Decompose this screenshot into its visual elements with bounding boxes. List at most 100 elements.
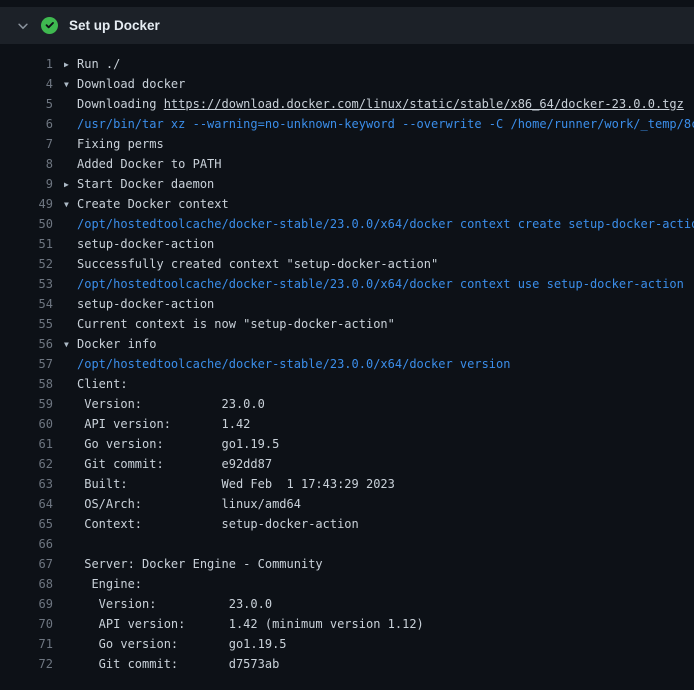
log-segment: setup-docker-action bbox=[77, 237, 214, 251]
line-number[interactable]: 70 bbox=[0, 614, 53, 634]
line-number[interactable]: 1 bbox=[0, 54, 53, 74]
log-row: 62 Git commit: e92dd87 bbox=[0, 454, 694, 474]
log-row: 8Added Docker to PATH bbox=[0, 154, 694, 174]
line-number[interactable]: 52 bbox=[0, 254, 53, 274]
log-row: 55 Current context is now "setup-docker-a… bbox=[0, 314, 694, 334]
line-number[interactable]: 7 bbox=[0, 134, 53, 154]
log-row: 66 bbox=[0, 534, 694, 554]
log-row: 64 OS/Arch: linux/amd64 bbox=[0, 494, 694, 514]
log-segment: /opt/hostedtoolcache/docker-stable/23.0.… bbox=[77, 357, 510, 371]
log-row: 50/opt/hostedtoolcache/docker-stable/23.… bbox=[0, 214, 694, 234]
line-number[interactable]: 61 bbox=[0, 434, 53, 454]
log-segment: Download docker bbox=[77, 77, 185, 91]
group-collapsed-icon[interactable]: ▶ bbox=[64, 55, 77, 74]
group-expanded-icon[interactable]: ▼ bbox=[64, 195, 77, 214]
step-header[interactable]: Set up Docker bbox=[0, 7, 694, 44]
log-text: Successfully created context "setup-dock… bbox=[64, 254, 438, 274]
log-row: 54 setup-docker-action bbox=[0, 294, 694, 314]
log-row: 53/opt/hostedtoolcache/docker-stable/23.… bbox=[0, 274, 694, 294]
line-number[interactable]: 6 bbox=[0, 114, 53, 134]
log-row: 72 Git commit: d7573ab bbox=[0, 654, 694, 674]
log-text: Engine: bbox=[64, 574, 142, 594]
log-segment: setup-docker-action bbox=[77, 297, 214, 311]
log-segment: Version: 23.0.0 bbox=[77, 397, 265, 411]
log-row: 65 Context: setup-docker-action bbox=[0, 514, 694, 534]
log-row: 68 Engine: bbox=[0, 574, 694, 594]
line-number[interactable]: 67 bbox=[0, 554, 53, 574]
line-number[interactable]: 51 bbox=[0, 234, 53, 254]
log-text: Go version: go1.19.5 bbox=[64, 634, 287, 654]
line-number[interactable]: 66 bbox=[0, 534, 53, 554]
log-segment: /usr/bin/tar xz --warning=no-unknown-key… bbox=[77, 117, 694, 131]
log-segment: Docker info bbox=[77, 337, 156, 351]
log-row: 4 ▼Download docker bbox=[0, 74, 694, 94]
log-segment: API version: 1.42 bbox=[77, 417, 250, 431]
log-segment: Downloading bbox=[77, 97, 164, 111]
line-number[interactable]: 59 bbox=[0, 394, 53, 414]
line-number[interactable]: 68 bbox=[0, 574, 53, 594]
chevron-down-icon[interactable] bbox=[16, 19, 30, 33]
line-number[interactable]: 53 bbox=[0, 274, 53, 294]
log-text: OS/Arch: linux/amd64 bbox=[64, 494, 301, 514]
log-text: Downloading https://download.docker.com/… bbox=[64, 94, 684, 114]
line-number[interactable]: 64 bbox=[0, 494, 53, 514]
line-number[interactable]: 5 bbox=[0, 94, 53, 114]
log-segment: Current context is now "setup-docker-act… bbox=[77, 317, 395, 331]
line-number[interactable]: 63 bbox=[0, 474, 53, 494]
line-number[interactable]: 49 bbox=[0, 194, 53, 214]
log-text: Version: 23.0.0 bbox=[64, 594, 272, 614]
log-segment: Run ./ bbox=[77, 57, 120, 71]
group-expanded-icon[interactable]: ▼ bbox=[64, 335, 77, 354]
log-text: /usr/bin/tar xz --warning=no-unknown-key… bbox=[64, 114, 694, 134]
log-row: 69 Version: 23.0.0 bbox=[0, 594, 694, 614]
line-number[interactable]: 50 bbox=[0, 214, 53, 234]
group-collapsed-icon[interactable]: ▶ bbox=[64, 175, 77, 194]
log-text: ▼Docker info bbox=[64, 334, 156, 354]
log-row: 5 Downloading https://download.docker.com… bbox=[0, 94, 694, 114]
line-number[interactable]: 57 bbox=[0, 354, 53, 374]
line-number[interactable]: 55 bbox=[0, 314, 53, 334]
log-segment: Create Docker context bbox=[77, 197, 229, 211]
line-number[interactable]: 65 bbox=[0, 514, 53, 534]
log-segment: Engine: bbox=[77, 577, 142, 591]
line-number[interactable]: 56 bbox=[0, 334, 53, 354]
line-number[interactable]: 60 bbox=[0, 414, 53, 434]
log-text: Git commit: e92dd87 bbox=[64, 454, 272, 474]
log-row: 67 Server: Docker Engine - Community bbox=[0, 554, 694, 574]
log-segment: Context: setup-docker-action bbox=[77, 517, 359, 531]
log-row: 52 Successfully created context "setup-do… bbox=[0, 254, 694, 274]
line-number[interactable]: 58 bbox=[0, 374, 53, 394]
group-expanded-icon[interactable]: ▼ bbox=[64, 75, 77, 94]
log-text: Version: 23.0.0 bbox=[64, 394, 265, 414]
log-text: API version: 1.42 (minimum version 1.12) bbox=[64, 614, 424, 634]
line-number[interactable]: 71 bbox=[0, 634, 53, 654]
log-text: ▼Create Docker context bbox=[64, 194, 229, 214]
log-text bbox=[64, 534, 77, 554]
log-row: 6/usr/bin/tar xz --warning=no-unknown-ke… bbox=[0, 114, 694, 134]
log-row: 59 Version: 23.0.0 bbox=[0, 394, 694, 414]
log-text: Context: setup-docker-action bbox=[64, 514, 359, 534]
log-segment: Fixing perms bbox=[77, 137, 164, 151]
line-number[interactable]: 4 bbox=[0, 74, 53, 94]
line-number[interactable]: 62 bbox=[0, 454, 53, 474]
log-text: Go version: go1.19.5 bbox=[64, 434, 279, 454]
log-row: 70 API version: 1.42 (minimum version 1.… bbox=[0, 614, 694, 634]
line-number[interactable]: 8 bbox=[0, 154, 53, 174]
log-segment: Go version: go1.19.5 bbox=[77, 437, 279, 451]
line-number[interactable]: 72 bbox=[0, 654, 53, 674]
log-text: Built: Wed Feb 1 17:43:29 2023 bbox=[64, 474, 395, 494]
log-text: API version: 1.42 bbox=[64, 414, 250, 434]
log-text: ▶Run ./ bbox=[64, 54, 120, 74]
log-row: 60 API version: 1.42 bbox=[0, 414, 694, 434]
line-number[interactable]: 54 bbox=[0, 294, 53, 314]
line-number[interactable]: 69 bbox=[0, 594, 53, 614]
log-row: 57/opt/hostedtoolcache/docker-stable/23.… bbox=[0, 354, 694, 374]
line-number[interactable]: 9 bbox=[0, 174, 53, 194]
log-segment: Start Docker daemon bbox=[77, 177, 214, 191]
log-link[interactable]: https://download.docker.com/linux/static… bbox=[164, 97, 684, 111]
log-row: 9 ▶Start Docker daemon bbox=[0, 174, 694, 194]
log-lines: 1▶Run ./4▼Download docker5Downloading ht… bbox=[0, 44, 694, 674]
log-segment: Version: 23.0.0 bbox=[77, 597, 272, 611]
log-segment: OS/Arch: linux/amd64 bbox=[77, 497, 301, 511]
step-title: Set up Docker bbox=[69, 18, 160, 33]
